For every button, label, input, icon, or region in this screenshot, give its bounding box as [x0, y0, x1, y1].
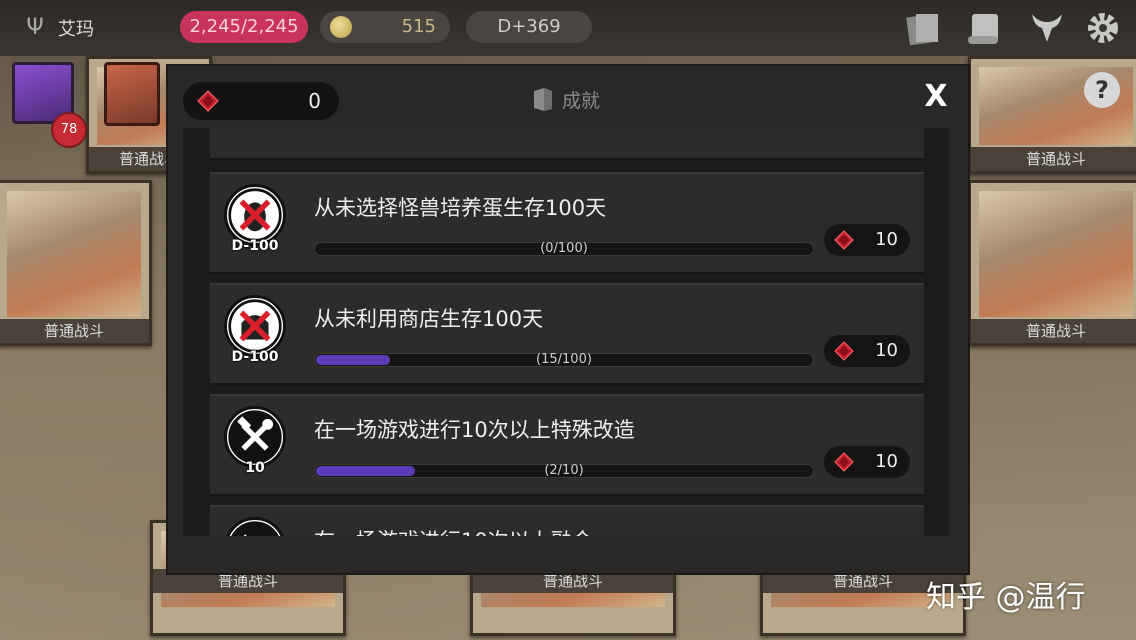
achievement-list[interactable]: D-100 从未选择怪兽培养蛋生存100天 (0/100) 10 D-100 从…	[183, 128, 949, 536]
progress-text: (15/100)	[536, 352, 592, 367]
progress-text: (0/100)	[540, 241, 588, 256]
reward-amount: 10	[875, 340, 898, 361]
battle-card-art	[979, 191, 1133, 317]
achievement-name: 从未利用商店生存100天	[314, 307, 544, 331]
red-gem-icon	[834, 230, 854, 250]
top-bar: Ψ 艾玛 2,245/2,245 515 D+369	[0, 0, 1136, 56]
hp-display: 2,245/2,245	[180, 11, 308, 43]
achievement-name: 在一场游戏进行10次以上特殊改造	[314, 418, 635, 442]
red-gem-icon	[834, 341, 854, 361]
player-info[interactable]: Ψ 艾玛	[22, 14, 94, 42]
chest-count-badge: 78	[51, 112, 87, 148]
player-name: 艾玛	[58, 19, 94, 40]
reward-amount: 10	[875, 229, 898, 250]
achievement-row: 在一场游戏进行10次以上融合	[210, 505, 924, 536]
reward-badge: 10	[824, 224, 910, 256]
progress-bar: (0/100)	[314, 241, 814, 256]
partial-achievement-icon	[224, 517, 286, 536]
battle-card-label: 普通战斗	[0, 319, 149, 343]
monster-horns-icon[interactable]	[1028, 10, 1066, 46]
achievement-row: D-100 从未选择怪兽培养蛋生存100天 (0/100) 10	[210, 172, 924, 274]
trident-icon: Ψ	[26, 15, 44, 40]
coin-icon	[330, 16, 352, 38]
gold-amount: 515	[401, 16, 436, 37]
red-gem-icon	[834, 452, 854, 472]
help-icon[interactable]: ?	[1084, 72, 1120, 108]
battle-card-label: 普通战斗	[971, 319, 1136, 343]
scroll-icon[interactable]	[966, 10, 1004, 46]
book-icon[interactable]	[104, 62, 160, 126]
crossed-shop-icon	[224, 295, 286, 357]
cards-icon[interactable]	[904, 10, 942, 46]
modal-title: 成就	[532, 84, 600, 114]
reward-badge: 10	[824, 335, 910, 367]
progress-bar: (15/100)	[314, 352, 814, 367]
red-gem-icon	[197, 90, 219, 112]
progress-bar: (2/10)	[314, 463, 814, 478]
gold-display: 515	[320, 11, 450, 43]
medal-caption: 10	[245, 460, 265, 476]
achievement-row: 10 在一场游戏进行10次以上特殊改造 (2/10) 10	[210, 394, 924, 496]
achievement-row: D-100 从未利用商店生存100天 (15/100) 10	[210, 283, 924, 385]
gear-icon[interactable]	[1084, 10, 1122, 46]
battle-card[interactable]: 普通战斗	[0, 180, 152, 346]
achievement-name: 从未选择怪兽培养蛋生存100天	[314, 196, 607, 220]
battle-card-art	[7, 191, 141, 317]
achievement-name: 在一场游戏进行10次以上融合	[314, 525, 593, 536]
watermark: 知乎 @温行	[926, 580, 1086, 615]
achievement-row-partial	[210, 128, 924, 160]
hammer-wrench-icon	[224, 406, 286, 468]
achievement-book-icon	[534, 88, 552, 111]
medal-caption: D-100	[231, 349, 279, 365]
battle-card[interactable]: 普通战斗	[968, 180, 1136, 346]
gem-total-value: 0	[308, 89, 321, 113]
crossed-egg-icon	[224, 184, 286, 246]
medal-caption: D-100	[231, 238, 279, 254]
reward-badge: 10	[824, 446, 910, 478]
battle-card-label: 普通战斗	[971, 147, 1136, 171]
gem-total-display: 0	[183, 82, 339, 120]
reward-amount: 10	[875, 451, 898, 472]
close-button[interactable]: X	[920, 80, 952, 114]
progress-text: (2/10)	[544, 463, 584, 478]
day-counter: D+369	[466, 11, 592, 43]
modal-title-text: 成就	[562, 89, 601, 112]
